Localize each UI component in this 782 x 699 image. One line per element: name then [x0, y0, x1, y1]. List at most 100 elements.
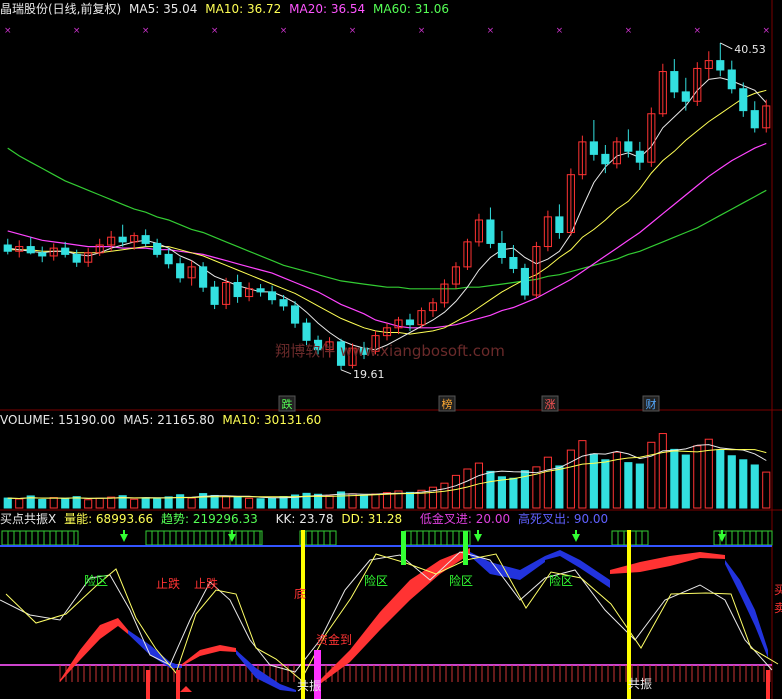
- volume-bar: [245, 497, 254, 509]
- candle-body: [681, 91, 690, 102]
- resonance-label: 共振: [297, 679, 321, 693]
- risk-zone-label: 险区: [364, 573, 388, 588]
- volume-bar: [762, 471, 771, 509]
- candle-body: [210, 286, 219, 305]
- volume-bar: [624, 462, 633, 509]
- volume-bar: [176, 494, 185, 509]
- candle-body: [405, 319, 415, 326]
- volume-bars: [3, 433, 771, 509]
- cross-marker: ×: [556, 26, 564, 36]
- candle-body: [268, 291, 277, 301]
- volume-bar: [497, 476, 506, 509]
- candle-body: [233, 282, 242, 298]
- blue-ribbon: [470, 552, 545, 580]
- signal-bracket: [145, 530, 263, 546]
- risk-zone-label: 险区: [549, 573, 573, 588]
- blue-ribbon: [725, 560, 768, 658]
- volume-bar: [359, 494, 369, 509]
- stock-name: 晶瑞股份(日线,前复权): [0, 2, 122, 16]
- volume-bar: [38, 498, 47, 509]
- low-pointer: [340, 369, 352, 375]
- volume-bar: [405, 491, 415, 509]
- cross-marker: ×: [280, 26, 288, 36]
- volume-bar: [750, 464, 759, 509]
- vertical-red-marker: [766, 670, 770, 699]
- down-arrow-icon: [572, 534, 580, 542]
- candle-body: [624, 141, 633, 152]
- candle-body: [279, 299, 288, 307]
- vol-ma5-readout: MA5: 21165.80: [123, 413, 215, 427]
- candle-body: [509, 257, 518, 269]
- vol-ma10-readout: MA10: 30131.60: [222, 413, 322, 427]
- ma20-readout: MA20: 36.54: [289, 2, 366, 16]
- volume-bar: [555, 465, 564, 509]
- vertical-red-marker: [146, 670, 150, 699]
- volume-bar: [268, 497, 277, 509]
- volume-bar: [325, 495, 334, 509]
- volume-bar: [199, 493, 208, 509]
- liangneng-readout: 量能: 68993.66: [64, 512, 154, 526]
- high-cross-readout: 高死叉出: 90.00: [517, 512, 609, 526]
- candle-body: [739, 88, 748, 112]
- volume-ma-lines: [7, 444, 767, 500]
- cross-marker: ×: [625, 26, 633, 36]
- candle-body: [26, 246, 35, 254]
- ma60-line: [7, 147, 767, 290]
- vertical-red-marker: [176, 670, 180, 699]
- volume-bar: [578, 440, 587, 509]
- cross-marker: ×: [418, 26, 426, 36]
- candle-body: [589, 141, 598, 155]
- dd-readout: DD: 31.28: [341, 512, 403, 526]
- event-label: 跌: [282, 397, 293, 411]
- candle-body: [199, 266, 208, 288]
- indicator-header: 买点共振X 量能: 68993.66 趋势: 219296.33 KK: 23.…: [0, 512, 612, 526]
- volume-bar: [49, 497, 58, 509]
- volume-bar: [739, 459, 748, 509]
- volume-bar: [153, 498, 162, 509]
- cross-marker: ×: [142, 26, 150, 36]
- candle-body: [750, 110, 759, 129]
- high-pointer: [720, 42, 733, 50]
- kk-readout: KK: 23.78: [275, 512, 334, 526]
- money-arrival-label: 资金到: [316, 632, 352, 647]
- red-ribbon: [182, 645, 236, 666]
- stop-drop-label: 止跌: [194, 576, 218, 591]
- price-header: 晶瑞股份(日线,前复权) MA5: 35.04 MA10: 36.72 MA20…: [0, 2, 453, 16]
- volume-bar: [371, 493, 380, 509]
- signal-bracket: [404, 530, 471, 546]
- sell-label: 卖: [774, 601, 782, 615]
- volume-bar: [601, 459, 610, 509]
- volume-bar: [716, 449, 725, 509]
- chart-text-layer: 40.53 19.61 翔博软件 www.xiangbosoft.com 跌 榜 涨 财险区…: [84, 42, 782, 693]
- resonance-label: 共振: [628, 677, 652, 691]
- candle-body: [61, 247, 70, 255]
- volume-bar: [589, 453, 598, 509]
- volume-bar: [61, 498, 70, 509]
- candle-body: [601, 153, 610, 165]
- candle-body: [727, 69, 736, 90]
- watermark: 翔博软件 www.xiangbosoft.com: [275, 342, 505, 360]
- volume-bar: [15, 498, 24, 509]
- volume-ma10-line: [7, 448, 767, 500]
- candle-body: [635, 150, 644, 163]
- candle-body: [38, 252, 47, 257]
- volume-bar: [635, 463, 644, 509]
- risk-zone-label: 险区: [84, 573, 108, 588]
- stock-chart[interactable]: × × × × × × × × × × × × 40.53 19.61 翔博软件 www.xiangbos…: [0, 0, 782, 699]
- volume-bar: [3, 497, 12, 509]
- cross-marker: ×: [349, 26, 357, 36]
- cross-marker: ×: [762, 26, 770, 36]
- volume-readout: VOLUME: 15190.00: [0, 413, 116, 427]
- candle-body: [153, 242, 162, 255]
- blue-ribbon: [128, 630, 182, 668]
- vertical-green-marker: [401, 531, 406, 565]
- stop-drop-label: 止跌: [156, 576, 180, 591]
- vertical-yellow-marker: [627, 530, 631, 699]
- candle-body: [72, 253, 81, 263]
- candle-body: [670, 71, 679, 93]
- ma10-readout: MA10: 36.72: [205, 2, 282, 16]
- volume-bar: [164, 496, 173, 509]
- down-arrow-icon: [474, 534, 482, 542]
- red-ribbon: [60, 618, 128, 682]
- volume-bar: [187, 497, 196, 509]
